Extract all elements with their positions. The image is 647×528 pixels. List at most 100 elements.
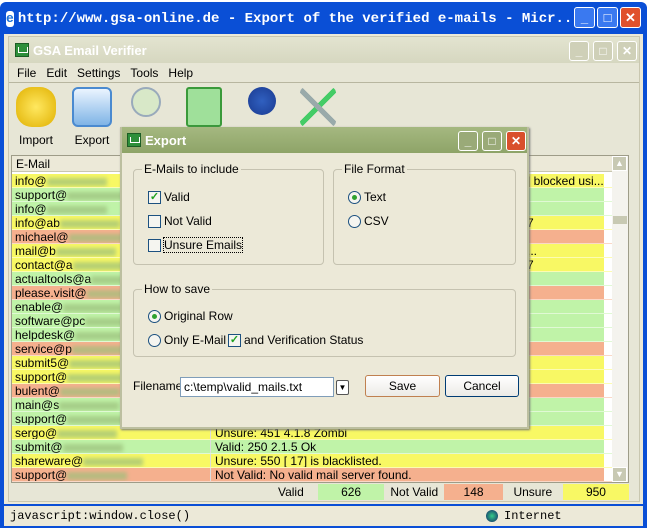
row-filler <box>604 370 612 383</box>
email-text: michael@ <box>15 230 69 243</box>
browser-title-bar: e http://www.gsa-online.de - Export of t… <box>6 6 581 32</box>
browser-maximize-button[interactable]: □ <box>597 7 618 28</box>
only-email-label: Only E-Mail <box>164 333 227 347</box>
row-filler <box>604 258 612 271</box>
dialog-icon <box>127 133 141 147</box>
redacted-blur <box>62 443 123 452</box>
row-filler <box>604 342 612 355</box>
export-button[interactable]: Export <box>67 87 117 147</box>
status-cell: Valid: 250 2.1.5 Ok <box>210 440 604 453</box>
redacted-blur <box>59 401 120 410</box>
row-filler <box>604 216 612 229</box>
zone-text: Internet <box>504 509 562 523</box>
menu-bar: File Edit Settings Tools Help <box>9 63 639 83</box>
app-close-button[interactable]: ✕ <box>617 41 637 61</box>
save-button[interactable]: Save <box>365 375 440 397</box>
export-dialog: Export _ □ ✕ E-Mails to include ✓ Valid N… <box>120 127 529 429</box>
row-filler <box>604 328 612 341</box>
redacted-blur <box>67 471 128 480</box>
only-email-radio[interactable]: Only E-Mail <box>148 333 226 347</box>
import-button[interactable]: Import <box>11 87 61 147</box>
dialog-minimize-button[interactable]: _ <box>458 131 478 151</box>
notvalid-checkbox[interactable]: Not Valid <box>148 214 212 228</box>
verification-status-checkbox[interactable]: ✓ and Verification Status <box>228 333 363 347</box>
email-text: mail@b <box>15 244 56 257</box>
checkbox-checked-icon: ✓ <box>148 190 161 204</box>
email-text: bulent@ <box>15 384 60 397</box>
browser-minimize-button[interactable]: _ <box>574 7 595 28</box>
save-group-label: How to save <box>142 282 213 296</box>
edit-button[interactable] <box>179 87 229 127</box>
save-group: How to save Original Row Only E-Mail ✓ an… <box>133 282 516 357</box>
text-radio[interactable]: Text <box>348 190 386 204</box>
email-text: support@ <box>15 188 68 201</box>
dialog-close-button[interactable]: ✕ <box>506 131 526 151</box>
app-maximize-button[interactable]: □ <box>593 41 613 61</box>
dialog-title: Export <box>145 132 187 148</box>
menu-settings[interactable]: Settings <box>77 66 120 80</box>
csv-radio[interactable]: CSV <box>348 214 389 228</box>
valid-checkbox[interactable]: ✓ Valid <box>148 190 190 204</box>
csv-label: CSV <box>364 214 389 228</box>
status-cell: Unsure: 550 [ 17] is blacklisted. <box>210 454 604 467</box>
menu-help[interactable]: Help <box>168 66 193 80</box>
valid-count: 626 <box>318 484 385 500</box>
email-text: service@p <box>15 342 72 355</box>
radio-selected-icon <box>148 309 161 323</box>
filename-dropdown-button[interactable]: ▼ <box>336 380 349 395</box>
email-text: support@ <box>15 370 68 383</box>
checkbox-checked-icon: ✓ <box>228 333 241 347</box>
email-cell: support@ <box>12 468 210 481</box>
redacted-blur <box>67 373 128 382</box>
menu-tools[interactable]: Tools <box>130 66 158 80</box>
verification-status-label: and Verification Status <box>244 333 364 347</box>
table-row[interactable]: submit@ Valid: 250 2.1.5 Ok <box>12 440 612 454</box>
redacted-blur <box>67 415 128 424</box>
options-button[interactable] <box>237 87 287 115</box>
row-filler <box>604 468 612 481</box>
redacted-blur <box>46 177 107 186</box>
unsure-checkbox[interactable]: Unsure Emails <box>148 237 244 253</box>
menu-file[interactable]: File <box>17 66 36 80</box>
include-group-label: E-Mails to include <box>142 162 241 176</box>
import-label: Import <box>18 133 53 147</box>
original-row-radio[interactable]: Original Row <box>148 309 233 323</box>
notvalid-count: 148 <box>444 484 503 500</box>
redacted-blur <box>46 205 107 214</box>
search-email-icon <box>131 87 161 117</box>
verify-button[interactable] <box>121 87 171 117</box>
redacted-blur <box>59 219 120 228</box>
scroll-down-arrow-icon[interactable]: ▼ <box>612 467 627 482</box>
radio-selected-icon <box>348 190 361 204</box>
row-filler <box>604 202 612 215</box>
table-row[interactable]: shareware@ Unsure: 550 [ 17] is blacklist… <box>12 454 612 468</box>
tools-button[interactable] <box>293 87 343 127</box>
row-filler <box>604 314 612 327</box>
browser-status-bar: javascript:window.close() Internet <box>4 506 643 526</box>
valid-label: Valid <box>164 190 190 204</box>
scroll-up-arrow-icon[interactable]: ▲ <box>612 156 627 171</box>
cancel-button[interactable]: Cancel <box>445 375 519 397</box>
checkbox-icon <box>148 238 161 252</box>
redacted-blur <box>57 429 118 438</box>
unsure-count: 950 <box>562 484 630 500</box>
row-filler <box>604 300 612 313</box>
status-text: javascript:window.close() <box>10 509 191 523</box>
status-cell: Not Valid: No valid mail server found. <box>210 468 604 481</box>
counts-spacer <box>11 484 264 500</box>
list-scrollbar[interactable]: ▲ ▼ <box>612 156 628 482</box>
browser-close-button[interactable]: ✕ <box>620 7 641 28</box>
dialog-maximize-button[interactable]: □ <box>482 131 502 151</box>
table-row[interactable]: support@ Not Valid: No valid mail server … <box>12 468 612 482</box>
app-title-bar: GSA Email Verifier <box>9 37 639 63</box>
checkbox-icon <box>148 214 161 228</box>
row-filler <box>604 398 612 411</box>
scroll-thumb[interactable] <box>613 216 627 224</box>
export-label: Export <box>74 133 110 147</box>
menu-edit[interactable]: Edit <box>46 66 67 80</box>
redacted-blur <box>59 387 120 396</box>
email-text: please.visit@ <box>15 286 87 299</box>
filename-label: Filename <box>133 379 183 393</box>
filename-input[interactable]: c:\temp\valid_mails.txt <box>180 377 334 397</box>
app-minimize-button[interactable]: _ <box>569 41 589 61</box>
